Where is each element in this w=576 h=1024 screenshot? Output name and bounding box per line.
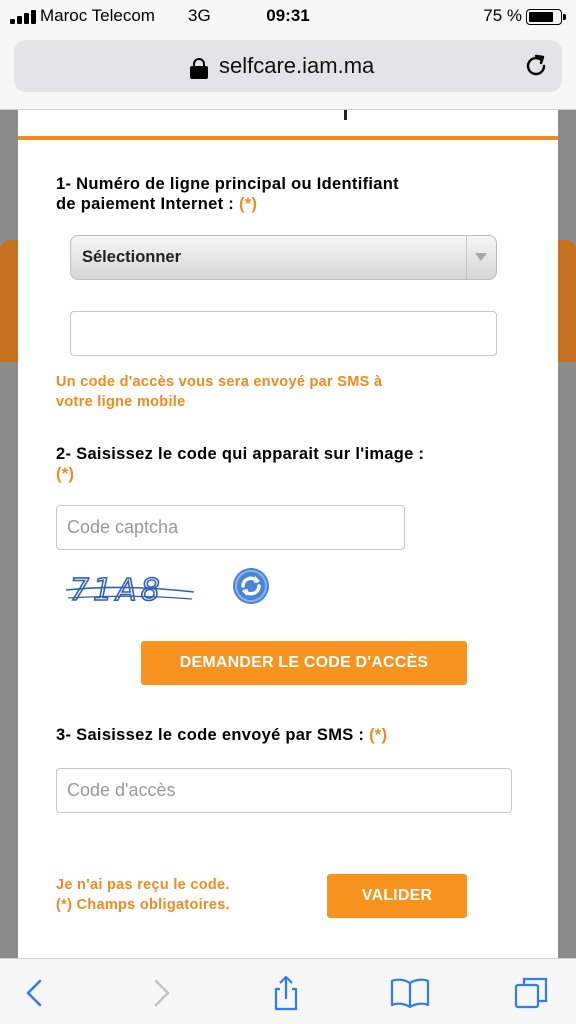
browser-address-area: selfcare.iam.ma [0,32,576,110]
tabs-icon[interactable] [512,973,552,1013]
status-bar: Maroc Telecom 3G 09:31 75 % [0,0,576,32]
title-fragment [344,110,347,120]
code-not-received-link[interactable]: Je n'ai pas reçu le code. [56,875,230,895]
required-fields-note: (*) Champs obligatoires. [56,897,230,913]
section1-label: 1- Numéro de ligne principal ou Identifi… [56,175,399,213]
captcha-input[interactable] [56,505,405,550]
chevron-down-icon [466,236,487,279]
battery-icon [526,9,566,25]
access-code-modal: 1- Numéro de ligne principal ou Identifi… [18,110,558,960]
battery-percentage: 75 % [483,6,522,25]
captcha-image: 71A8 [65,572,195,609]
line-number-input[interactable] [70,311,497,356]
bookmarks-icon[interactable] [390,973,430,1013]
section3-label: 3- Saisissez le code envoyé par SMS : (*… [56,726,388,744]
back-icon[interactable] [16,973,56,1013]
lock-icon [190,58,208,79]
url-text: selfcare.iam.ma [219,53,375,78]
modal-header-divider [18,136,558,140]
access-code-input[interactable] [56,768,512,813]
line-select-value: Sélectionner [82,248,182,266]
captcha-text: 71A8 [70,573,164,608]
sms-info-note: Un code d'accès vous sera envoyé par SMS… [56,374,383,410]
forward-icon[interactable] [140,973,180,1013]
required-marker: (*) [56,465,75,483]
background-banner-right [558,240,576,362]
submit-button[interactable]: VALIDER [327,874,467,918]
browser-toolbar [0,958,576,1024]
line-select[interactable]: Sélectionner [70,235,497,280]
reload-icon[interactable] [522,52,550,80]
required-marker: (*) [238,195,258,213]
request-access-code-button[interactable]: DEMANDER LE CODE D'ACCÈS [141,641,467,685]
address-bar[interactable]: selfcare.iam.ma [14,40,562,92]
section2-label: 2- Saisissez le code qui apparait sur l'… [56,445,425,483]
share-icon[interactable] [266,973,306,1013]
required-marker: (*) [369,726,388,744]
refresh-captcha-icon[interactable] [231,566,271,606]
footer-notes: Je n'ai pas reçu le code. (*) Champs obl… [56,875,230,915]
background-banner-left [0,240,18,362]
